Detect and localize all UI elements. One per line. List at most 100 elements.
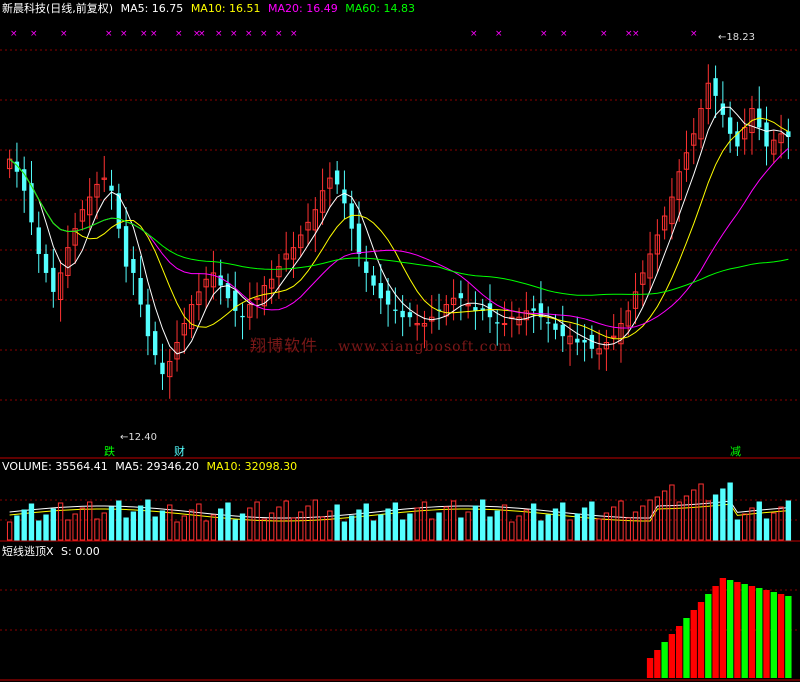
top-marker: × bbox=[150, 29, 158, 39]
candle-body bbox=[145, 304, 151, 337]
ma20-readout: MA20: 16.49 bbox=[268, 2, 338, 15]
candle-body bbox=[51, 267, 56, 292]
candle-body bbox=[43, 253, 49, 273]
indicator-bar bbox=[654, 650, 661, 678]
volume-bar bbox=[254, 501, 260, 541]
volume-bar bbox=[683, 495, 690, 541]
volume-bar bbox=[210, 514, 217, 541]
volume-bar bbox=[341, 521, 348, 541]
volume-bar bbox=[407, 513, 413, 541]
indicator-value: S: 0.00 bbox=[61, 545, 100, 558]
candle-body bbox=[531, 308, 536, 311]
volume-bar bbox=[305, 505, 311, 541]
candle-body bbox=[364, 261, 369, 273]
indicator-bar bbox=[668, 634, 676, 678]
candle-body bbox=[553, 323, 558, 330]
volume-bar bbox=[661, 490, 668, 541]
candle-body bbox=[160, 362, 165, 375]
candle-body bbox=[334, 170, 340, 185]
indicator-bar bbox=[756, 588, 763, 678]
volume-bar bbox=[414, 507, 420, 541]
volume-bar bbox=[632, 511, 639, 541]
high-price-value: 18.23 bbox=[726, 32, 756, 43]
volume-bar bbox=[472, 505, 479, 541]
indicator-bar bbox=[676, 626, 683, 678]
volume-bar bbox=[720, 488, 726, 541]
indicator-bars bbox=[646, 578, 792, 678]
candle-body bbox=[582, 339, 587, 343]
volume-bar bbox=[268, 512, 275, 541]
indicator-bar bbox=[777, 594, 785, 678]
candle-body bbox=[713, 78, 718, 96]
top-marker: × bbox=[30, 29, 38, 39]
volume-bar bbox=[196, 503, 202, 541]
volume-bar bbox=[494, 510, 500, 541]
volume-bar bbox=[123, 517, 129, 541]
top-marker: × bbox=[600, 29, 608, 39]
marker-jian: 减 bbox=[730, 445, 741, 458]
low-price-value: 12.40 bbox=[128, 432, 158, 443]
volume-bar bbox=[130, 511, 137, 541]
volume-bar bbox=[712, 494, 719, 541]
candle-body bbox=[575, 338, 580, 343]
volume-bar bbox=[530, 503, 537, 541]
top-marker: × bbox=[10, 29, 18, 39]
indicator-bar bbox=[770, 592, 777, 678]
volume-bar bbox=[349, 515, 355, 541]
vol-ma5-readout: MA5: 29346.20 bbox=[115, 460, 199, 473]
volume-bars bbox=[6, 482, 792, 541]
volume-bar bbox=[87, 501, 93, 541]
high-price-label: ←18.23 bbox=[718, 32, 755, 43]
volume-bar bbox=[480, 499, 486, 541]
candle-body bbox=[138, 278, 143, 305]
price-header: 新晨科技(日线,前复权) MA5: 16.75 MA10: 16.51 MA20… bbox=[2, 0, 419, 16]
marker-die: 跌 bbox=[104, 445, 115, 458]
volume-bar bbox=[596, 518, 602, 541]
candle-body bbox=[727, 117, 733, 134]
volume-bar bbox=[356, 509, 362, 541]
volume-bar bbox=[203, 520, 209, 541]
top-marker: × bbox=[245, 29, 253, 39]
volume-bar bbox=[654, 496, 661, 541]
volume-bar bbox=[771, 512, 777, 541]
ma60-readout: MA60: 14.83 bbox=[345, 2, 415, 15]
volume-bar bbox=[50, 508, 56, 541]
volume-bar bbox=[327, 510, 333, 541]
top-marker: × bbox=[215, 29, 223, 39]
candle-body bbox=[458, 293, 464, 299]
candle-body bbox=[560, 324, 565, 337]
candle-body bbox=[764, 122, 769, 147]
volume-bar bbox=[763, 518, 770, 541]
candle-body bbox=[371, 275, 376, 286]
volume-bar bbox=[43, 514, 49, 541]
candle-body bbox=[495, 322, 500, 324]
indicator-bar bbox=[748, 586, 756, 678]
candle-body bbox=[407, 312, 413, 318]
indicator-bar bbox=[697, 602, 705, 678]
candle-body bbox=[546, 322, 551, 324]
volume-bar bbox=[276, 506, 282, 541]
volume-bar bbox=[589, 501, 595, 541]
volume-bar bbox=[298, 511, 304, 541]
top-marker: × bbox=[260, 29, 268, 39]
volume-bar bbox=[232, 519, 238, 541]
volume-bar bbox=[72, 513, 78, 541]
volume-bar bbox=[378, 514, 384, 541]
volume-bar bbox=[545, 514, 551, 541]
top-marker: × bbox=[540, 29, 548, 39]
volume-bar bbox=[239, 513, 246, 541]
indicator-bar bbox=[712, 586, 719, 678]
volume-bar bbox=[429, 518, 435, 541]
volume-bar bbox=[152, 516, 158, 541]
volume-bar bbox=[574, 513, 580, 541]
volume-bar bbox=[108, 506, 115, 541]
volume-bar bbox=[734, 519, 741, 541]
top-marker: × bbox=[275, 29, 283, 39]
top-marker: × bbox=[105, 29, 113, 39]
indicator-name: 短线逃顶X bbox=[2, 545, 54, 558]
candle-body bbox=[240, 315, 245, 318]
top-marker: × bbox=[175, 29, 183, 39]
candle-body bbox=[153, 331, 158, 356]
volume-bar bbox=[443, 506, 449, 541]
volume-bar bbox=[392, 502, 399, 541]
